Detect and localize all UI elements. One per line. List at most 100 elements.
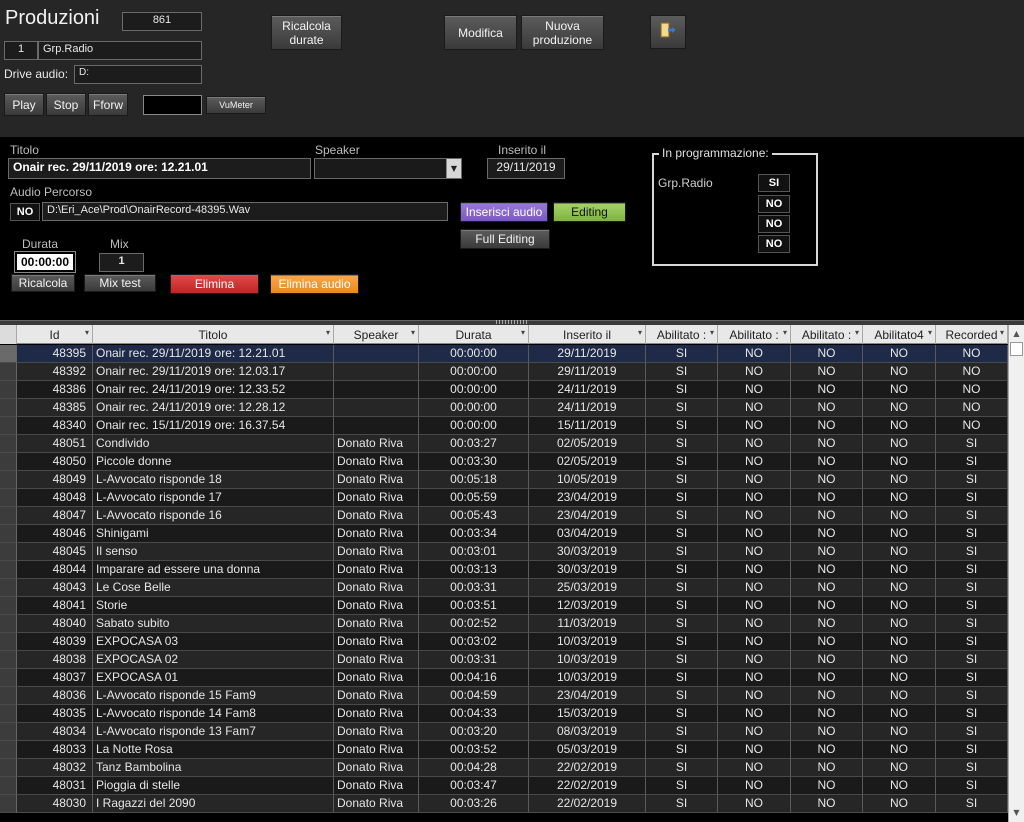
splitter-grip-icon[interactable]	[496, 320, 528, 324]
full-editing-button[interactable]: Full Editing	[460, 229, 550, 249]
table-row[interactable]: 48037 EXPOCASA 01 Donato Riva 00:04:16 10/03…	[0, 669, 1008, 687]
cell-titolo[interactable]: Shinigami	[93, 525, 334, 543]
row-selector[interactable]	[0, 795, 17, 813]
percorso-field[interactable]: D:\Eri_Ace\Prod\OnairRecord-48395.Wav	[42, 202, 448, 221]
cell-id[interactable]: 48036	[17, 687, 93, 705]
cell-titolo[interactable]: L-Avvocato risponde 16	[93, 507, 334, 525]
cell-abilitato-2[interactable]: NO	[718, 597, 791, 615]
cell-titolo[interactable]: L-Avvocato risponde 17	[93, 489, 334, 507]
cell-abilitato-2[interactable]: NO	[718, 471, 791, 489]
cell-recorded[interactable]: NO	[936, 345, 1008, 363]
cell-durata[interactable]: 00:03:26	[419, 795, 529, 813]
cell-durata[interactable]: 00:00:00	[419, 417, 529, 435]
cell-durata[interactable]: 00:00:00	[419, 381, 529, 399]
cell-recorded[interactable]: SI	[936, 489, 1008, 507]
cell-durata[interactable]: 00:05:59	[419, 489, 529, 507]
cell-abilitato-1[interactable]: SI	[646, 363, 718, 381]
cell-abilitato-1[interactable]: SI	[646, 687, 718, 705]
programmazione-value-2[interactable]: NO	[758, 195, 790, 213]
cell-abilitato-2[interactable]: NO	[718, 615, 791, 633]
cell-abilitato-3[interactable]: NO	[791, 561, 863, 579]
cell-abilitato-1[interactable]: SI	[646, 471, 718, 489]
cell-abilitato-4[interactable]: NO	[863, 363, 936, 381]
cell-id[interactable]: 48385	[17, 399, 93, 417]
cell-inserito[interactable]: 05/03/2019	[529, 741, 646, 759]
cell-abilitato-2[interactable]: NO	[718, 579, 791, 597]
cell-abilitato-3[interactable]: NO	[791, 759, 863, 777]
row-selector[interactable]	[0, 705, 17, 723]
elimina-audio-button[interactable]: Elimina audio	[270, 274, 359, 294]
cell-inserito[interactable]: 30/03/2019	[529, 543, 646, 561]
cell-recorded[interactable]: SI	[936, 633, 1008, 651]
cell-durata[interactable]: 00:05:43	[419, 507, 529, 525]
cell-abilitato-2[interactable]: NO	[718, 777, 791, 795]
cell-abilitato-4[interactable]: NO	[863, 705, 936, 723]
cell-abilitato-1[interactable]: SI	[646, 597, 718, 615]
exit-button[interactable]	[650, 15, 686, 49]
table-row[interactable]: 48392 Onair rec. 29/11/2019 ore: 12.03.17…	[0, 363, 1008, 381]
cell-durata[interactable]: 00:03:52	[419, 741, 529, 759]
cell-abilitato-3[interactable]: NO	[791, 741, 863, 759]
mix-test-button[interactable]: Mix test	[84, 274, 156, 292]
vertical-scrollbar[interactable]: ▲ ▼	[1008, 325, 1024, 822]
cell-titolo[interactable]: Le Cose Belle	[93, 579, 334, 597]
cell-abilitato-4[interactable]: NO	[863, 417, 936, 435]
cell-recorded[interactable]: SI	[936, 543, 1008, 561]
table-row[interactable]: 48051 Condivido Donato Riva 00:03:27 02/05/2…	[0, 435, 1008, 453]
cell-abilitato-3[interactable]: NO	[791, 651, 863, 669]
cell-abilitato-1[interactable]: SI	[646, 489, 718, 507]
cell-inserito[interactable]: 11/03/2019	[529, 615, 646, 633]
table-row[interactable]: 48385 Onair rec. 24/11/2019 ore: 12.28.12…	[0, 399, 1008, 417]
cell-abilitato-2[interactable]: NO	[718, 435, 791, 453]
cell-titolo[interactable]: La Notte Rosa	[93, 741, 334, 759]
table-row[interactable]: 48050 Piccole donne Donato Riva 00:03:30 02/…	[0, 453, 1008, 471]
programmazione-value-1[interactable]: SI	[758, 174, 790, 192]
cell-recorded[interactable]: SI	[936, 705, 1008, 723]
cell-abilitato-3[interactable]: NO	[791, 363, 863, 381]
cell-recorded[interactable]: SI	[936, 579, 1008, 597]
cell-abilitato-4[interactable]: NO	[863, 633, 936, 651]
cell-abilitato-1[interactable]: SI	[646, 399, 718, 417]
cell-inserito[interactable]: 02/05/2019	[529, 435, 646, 453]
cell-titolo[interactable]: EXPOCASA 03	[93, 633, 334, 651]
row-selector[interactable]	[0, 777, 17, 795]
cell-abilitato-4[interactable]: NO	[863, 651, 936, 669]
cell-speaker[interactable]: Donato Riva	[334, 525, 419, 543]
cell-id[interactable]: 48032	[17, 759, 93, 777]
cell-abilitato-3[interactable]: NO	[791, 525, 863, 543]
table-row[interactable]: 48049 L-Avvocato risponde 18 Donato Riva 00…	[0, 471, 1008, 489]
cell-abilitato-4[interactable]: NO	[863, 597, 936, 615]
cell-abilitato-1[interactable]: SI	[646, 795, 718, 813]
cell-durata[interactable]: 00:03:30	[419, 453, 529, 471]
cell-id[interactable]: 48045	[17, 543, 93, 561]
cell-abilitato-2[interactable]: NO	[718, 561, 791, 579]
cell-id[interactable]: 48046	[17, 525, 93, 543]
scroll-thumb[interactable]	[1010, 342, 1023, 356]
titolo-field[interactable]: Onair rec. 29/11/2019 ore: 12.21.01	[8, 158, 311, 179]
cell-abilitato-4[interactable]: NO	[863, 741, 936, 759]
programmazione-value-4[interactable]: NO	[758, 235, 790, 253]
group-name-field[interactable]: Grp.Radio	[38, 41, 202, 60]
row-selector[interactable]	[0, 669, 17, 687]
cell-abilitato-3[interactable]: NO	[791, 579, 863, 597]
cell-inserito[interactable]: 24/11/2019	[529, 381, 646, 399]
cell-titolo[interactable]: EXPOCASA 02	[93, 651, 334, 669]
cell-recorded[interactable]: SI	[936, 597, 1008, 615]
table-row[interactable]: 48036 L-Avvocato risponde 15 Fam9 Donato R…	[0, 687, 1008, 705]
cell-speaker[interactable]: Donato Riva	[334, 705, 419, 723]
speaker-combo[interactable]	[314, 158, 462, 179]
cell-inserito[interactable]: 24/11/2019	[529, 399, 646, 417]
cell-inserito[interactable]: 12/03/2019	[529, 597, 646, 615]
cell-abilitato-1[interactable]: SI	[646, 615, 718, 633]
cell-id[interactable]: 48340	[17, 417, 93, 435]
cell-abilitato-1[interactable]: SI	[646, 633, 718, 651]
cell-abilitato-1[interactable]: SI	[646, 507, 718, 525]
cell-abilitato-3[interactable]: NO	[791, 633, 863, 651]
ricalcola-button[interactable]: Ricalcola	[11, 274, 75, 292]
cell-inserito[interactable]: 10/03/2019	[529, 633, 646, 651]
cell-abilitato-4[interactable]: NO	[863, 543, 936, 561]
cell-recorded[interactable]: SI	[936, 687, 1008, 705]
cell-abilitato-1[interactable]: SI	[646, 723, 718, 741]
table-row[interactable]: 48386 Onair rec. 24/11/2019 ore: 12.33.52…	[0, 381, 1008, 399]
cell-recorded[interactable]: SI	[936, 435, 1008, 453]
